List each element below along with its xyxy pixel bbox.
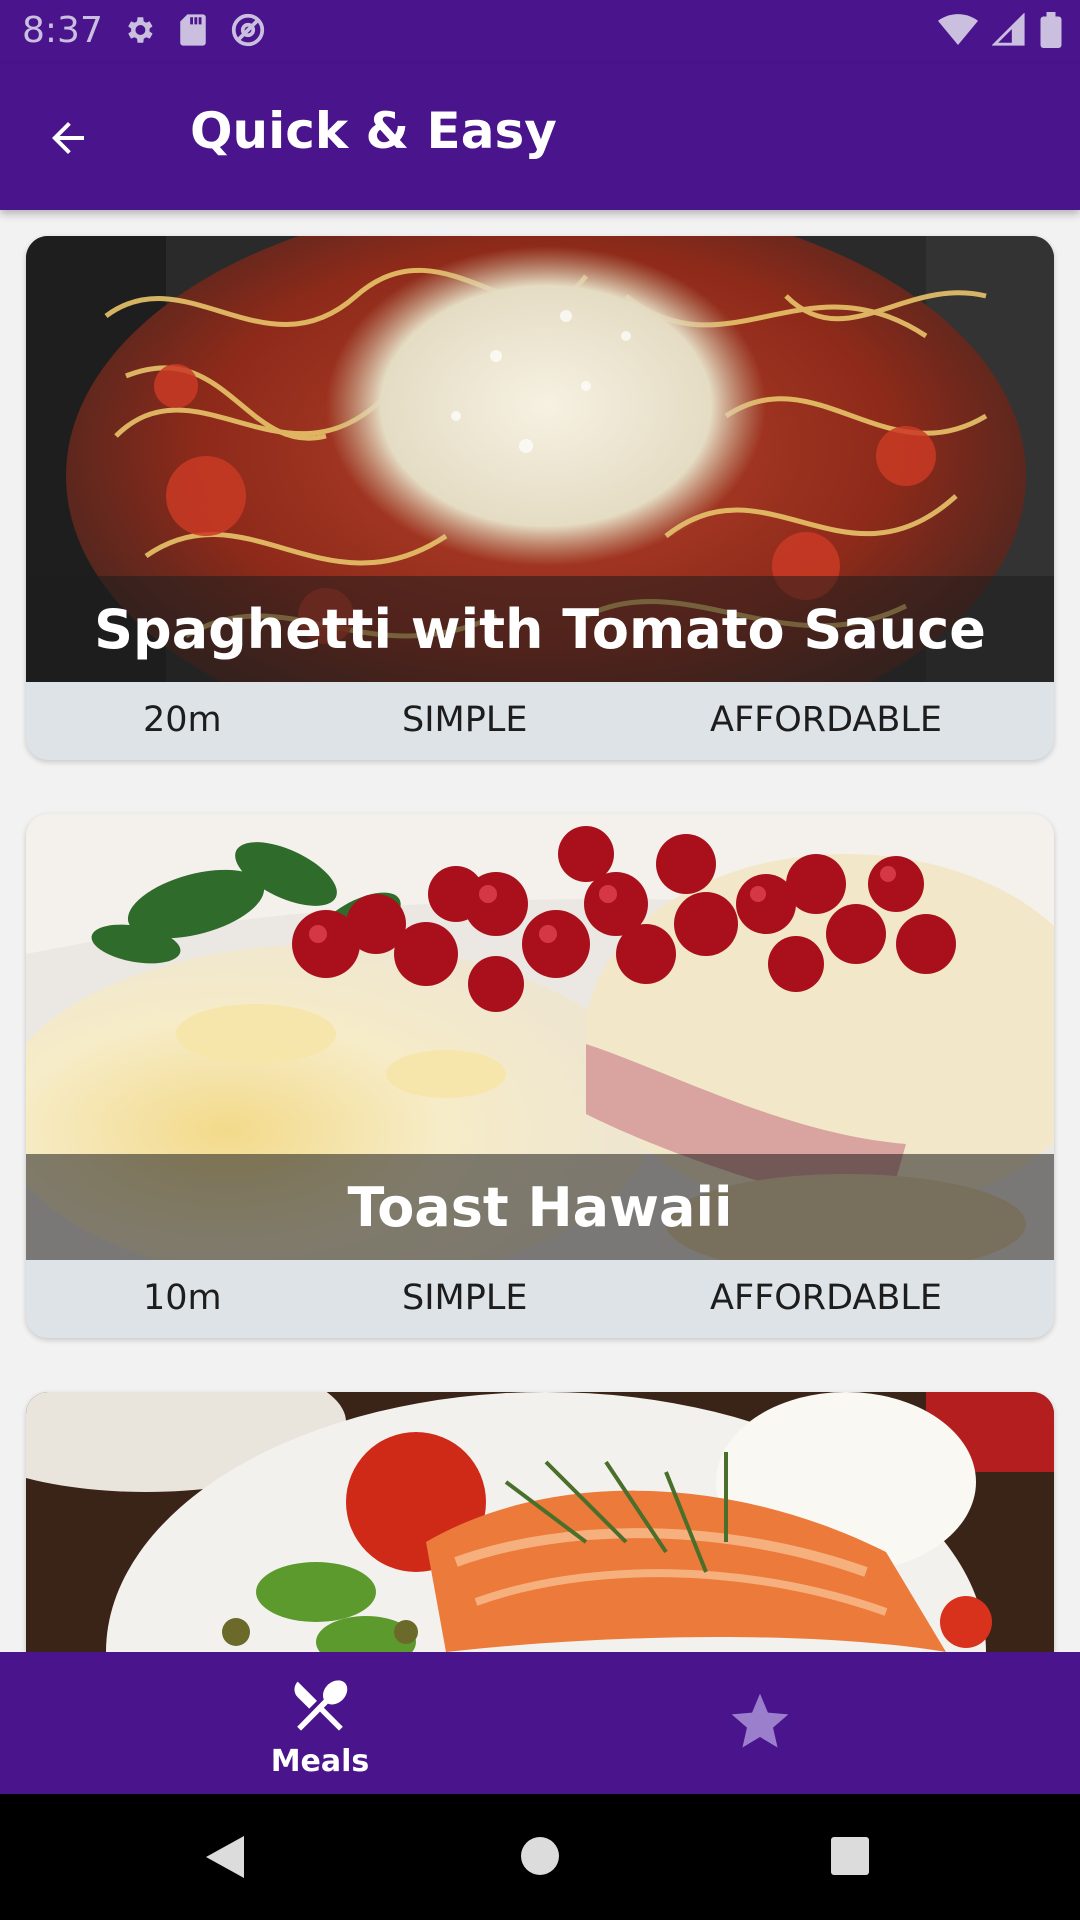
- nav-item-meals-label: Meals: [270, 1744, 370, 1779]
- bottom-nav: Meals: [0, 1652, 1080, 1794]
- meal-image: Toast Hawaii: [26, 814, 1054, 1260]
- meal-card[interactable]: Toast Hawaii 10m SIMPLE AFFORDABLE: [26, 814, 1054, 1338]
- meal-card[interactable]: Spaghetti with Tomato Sauce 20m SIMPLE A…: [26, 236, 1054, 760]
- settings-icon: [128, 17, 153, 43]
- meal-duration: 10m: [143, 1278, 222, 1318]
- recents-square-icon[interactable]: [830, 1836, 870, 1876]
- meal-complexity: SIMPLE: [402, 1278, 528, 1318]
- at-sign-icon: [231, 13, 265, 47]
- meal-image: [26, 1392, 1054, 1652]
- meal-card[interactable]: [26, 1392, 1054, 1652]
- wifi-icon: [938, 14, 978, 45]
- app-bar: Quick & Easy: [0, 64, 1080, 210]
- meal-title-band: Spaghetti with Tomato Sauce: [26, 576, 1054, 682]
- meal-meta: 20m SIMPLE AFFORDABLE: [26, 682, 1054, 760]
- back-button[interactable]: [36, 106, 100, 170]
- sd-card-icon: [180, 14, 206, 46]
- meal-photo-salmon: [26, 1392, 1054, 1652]
- signal-icon: [992, 13, 1025, 46]
- status-time: 8:37: [22, 10, 103, 51]
- meal-list[interactable]: Spaghetti with Tomato Sauce 20m SIMPLE A…: [0, 210, 1080, 1652]
- nav-item-favorites[interactable]: [720, 1682, 800, 1762]
- meal-title-band: Toast Hawaii: [26, 1154, 1054, 1260]
- home-circle-icon[interactable]: [520, 1836, 560, 1876]
- arrow-back-icon: [52, 122, 84, 154]
- meal-affordability: AFFORDABLE: [710, 1278, 942, 1318]
- system-nav-bar: [0, 1794, 1080, 1920]
- meal-duration: 20m: [143, 700, 222, 740]
- star-icon: [731, 1693, 789, 1748]
- status-icons-right: [938, 12, 1062, 48]
- fork-knife-icon: [294, 1680, 348, 1731]
- nav-item-meals[interactable]: Meals: [250, 1672, 390, 1784]
- meal-title: Spaghetti with Tomato Sauce: [94, 597, 986, 661]
- meal-affordability: AFFORDABLE: [710, 700, 942, 740]
- meal-image: Spaghetti with Tomato Sauce: [26, 236, 1054, 682]
- battery-icon: [1040, 12, 1062, 48]
- status-icons-left: [122, 12, 266, 48]
- back-triangle-icon[interactable]: [204, 1834, 246, 1880]
- meal-complexity: SIMPLE: [402, 700, 528, 740]
- page-title: Quick & Easy: [190, 102, 557, 160]
- meal-meta: 10m SIMPLE AFFORDABLE: [26, 1260, 1054, 1338]
- status-bar: 8:37: [0, 0, 1080, 64]
- meal-title: Toast Hawaii: [347, 1175, 733, 1239]
